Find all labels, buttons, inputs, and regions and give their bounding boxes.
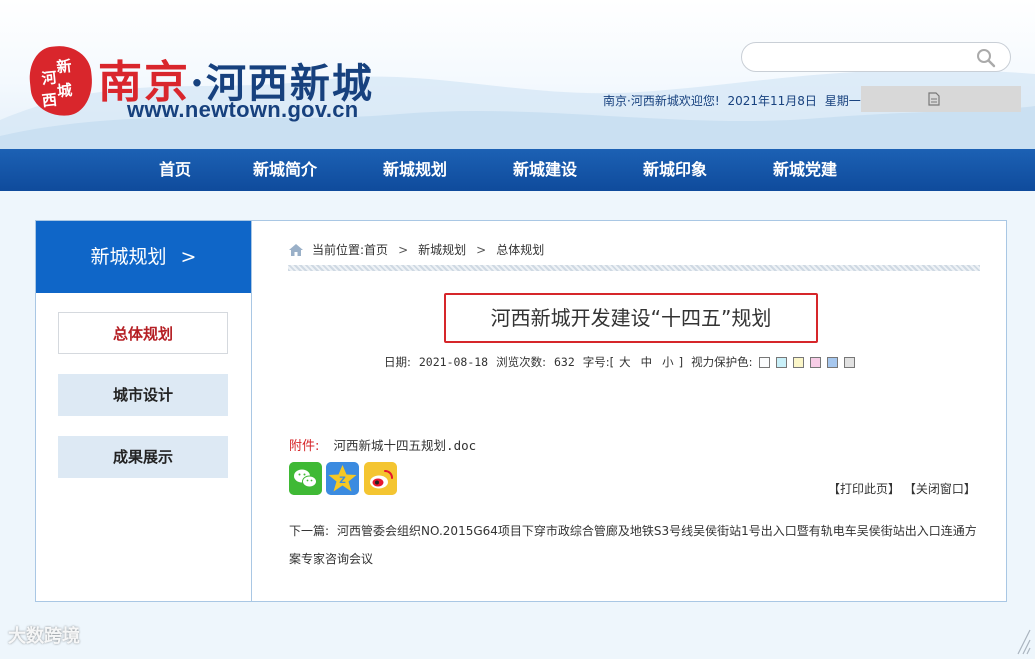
attachment-link[interactable]: 河西新城十四五规划.doc — [334, 438, 477, 453]
nav-item-party[interactable]: 新城党建 — [773, 149, 837, 191]
nav-item-construction[interactable]: 新城建设 — [513, 149, 577, 191]
document-icon — [928, 92, 940, 106]
content-panel: 新城规划 > 总体规划 城市设计 成果展示 当前位置: 首页 > 新城规划 > 总… — [35, 220, 1007, 602]
current-weekday: 星期一 — [824, 94, 861, 108]
next-article: 下一篇: 河西管委会组织NO.2015G64项目下穿市政综合管廊及地铁S3号线吴侯… — [289, 517, 979, 573]
attachment-label: 附件: — [289, 439, 320, 454]
breadcrumb-separator: > — [398, 242, 409, 257]
breadcrumb-divider — [288, 265, 980, 271]
breadcrumb-separator: > — [476, 242, 487, 257]
views-label: 浏览次数: — [496, 355, 546, 369]
article-title: 河西新城开发建设“十四五”规划 — [444, 293, 818, 343]
sidebar-divider — [251, 221, 252, 601]
font-bracket-open: [ — [609, 355, 615, 369]
breadcrumb: 当前位置: 首页 > 新城规划 > 总体规划 — [288, 241, 544, 258]
breadcrumb-prefix: 当前位置: — [312, 243, 365, 257]
next-article-link[interactable]: 河西管委会组织NO.2015G64项目下穿市政综合管廊及地铁S3号线吴侯街站1号… — [289, 524, 977, 566]
nav-item-home[interactable]: 首页 — [159, 149, 191, 191]
attachment-file-ext: .doc — [446, 438, 477, 453]
date-label: 日期: — [384, 355, 411, 369]
nav-item-impression[interactable]: 新城印象 — [643, 149, 707, 191]
welcome-text: 南京·河西新城欢迎您! — [603, 94, 720, 108]
eye-protection-label: 视力保护色: — [691, 355, 753, 369]
qzone-icon[interactable]: Z — [326, 462, 359, 495]
wechat-icon[interactable] — [289, 462, 322, 495]
sidebar-item-urban-design[interactable]: 城市设计 — [58, 374, 228, 416]
search-icon[interactable] — [976, 48, 996, 68]
close-window-link[interactable]: 【关闭窗口】 — [904, 482, 976, 496]
current-date: 2021年11月8日 — [727, 94, 817, 108]
home-icon — [289, 243, 303, 256]
font-size-medium[interactable]: 中 — [641, 354, 653, 370]
print-page-link[interactable]: 【打印此页】 — [828, 482, 900, 496]
attachment: 附件: 河西新城十四五规划.doc — [289, 435, 476, 454]
seal-char: 新 — [55, 56, 73, 77]
welcome-bar: 南京·河西新城欢迎您! 2021年11月8日 星期一 — [603, 92, 865, 109]
watermark: 大数跨境 — [8, 626, 80, 647]
breadcrumb-planning[interactable]: 新城规划 — [418, 241, 466, 258]
search-input[interactable] — [741, 42, 1011, 72]
eye-color-swatch[interactable] — [843, 356, 855, 368]
views-count: 632 — [554, 355, 575, 369]
resize-grip-icon — [1017, 629, 1031, 655]
eye-color-swatch[interactable] — [775, 356, 787, 368]
eye-color-swatch[interactable] — [792, 356, 804, 368]
eye-color-swatch[interactable] — [809, 356, 821, 368]
attachment-file-name: 河西新城十四五规划 — [333, 438, 447, 453]
seal-char: 城 — [56, 80, 73, 101]
next-article-label: 下一篇: — [289, 524, 330, 538]
seal-char: 西 — [41, 90, 58, 111]
sidebar-item-overall-planning[interactable]: 总体规划 — [58, 312, 228, 354]
site-header: 新 河 城 西 南京·河西新城 www.newtown.gov.cn 南京·河西… — [0, 0, 1035, 149]
page-actions: 【打印此页】 【关闭窗口】 — [828, 480, 976, 497]
font-size-small[interactable]: 小 — [662, 354, 674, 370]
font-size-large[interactable]: 大 — [619, 354, 631, 370]
nav-item-intro[interactable]: 新城简介 — [253, 149, 317, 191]
site-url: www.newtown.gov.cn — [127, 97, 359, 122]
svg-text:Z: Z — [339, 476, 346, 486]
eye-color-swatch[interactable] — [826, 356, 838, 368]
weibo-icon[interactable] — [364, 462, 397, 495]
font-size-label: 字号: — [582, 355, 610, 369]
nav-item-planning[interactable]: 新城规划 — [383, 149, 447, 191]
weather-widget — [861, 86, 1021, 112]
sidebar-heading-text: 新城规划 — [90, 246, 167, 268]
article-date: 2021-08-18 — [418, 355, 489, 369]
breadcrumb-home[interactable]: 首页 — [364, 241, 388, 258]
main-nav: 首页 新城简介 新城规划 新城建设 新城印象 新城党建 — [0, 149, 1035, 191]
article-meta: 日期: 2021-08-18 浏览次数: 632 字号: [ 大 中 小 ] 视… — [384, 354, 855, 370]
site-title[interactable]: 南京·河西新城 — [98, 46, 374, 108]
font-bracket-close: ] — [678, 355, 684, 369]
sidebar-heading-arrow: > — [180, 246, 197, 268]
sidebar-heading: 新城规划 > — [36, 221, 251, 293]
sidebar-item-results[interactable]: 成果展示 — [58, 436, 228, 478]
eye-color-swatch[interactable] — [758, 356, 770, 368]
breadcrumb-overall[interactable]: 总体规划 — [496, 241, 544, 258]
seal-char: 河 — [40, 68, 58, 88]
